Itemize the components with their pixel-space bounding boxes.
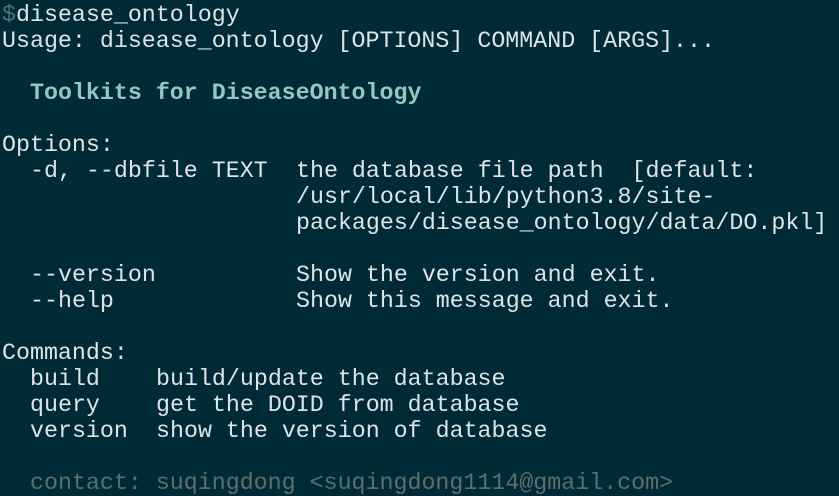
description-title: Toolkits for DiseaseOntology bbox=[30, 80, 422, 106]
prompt-command: disease_ontology bbox=[15, 2, 240, 28]
prompt-line: $disease_ontology bbox=[2, 2, 240, 28]
commands-header: Commands: bbox=[2, 340, 128, 366]
usage-line: Usage: disease_ontology [OPTIONS] COMMAN… bbox=[2, 28, 716, 54]
option-desc-help: Show this message and exit. bbox=[296, 288, 674, 314]
option-flag-help: --help bbox=[30, 288, 114, 314]
option-flag-dbfile: -d, --dbfile TEXT bbox=[30, 158, 268, 184]
command-name-version: version bbox=[30, 418, 128, 444]
command-name-build: build bbox=[30, 366, 100, 392]
command-desc-query: get the DOID from database bbox=[156, 392, 520, 418]
command-desc-build: build/update the database bbox=[156, 366, 506, 392]
command-name-query: query bbox=[30, 392, 100, 418]
option-desc-version: Show the version and exit. bbox=[296, 262, 660, 288]
terminal-window[interactable]: $disease_ontology Usage: disease_ontolog… bbox=[0, 0, 839, 496]
option-desc-dbfile-line-1: the database file path [default: bbox=[296, 158, 758, 184]
prompt-symbol: $ bbox=[2, 2, 16, 28]
option-flag-version: --version bbox=[30, 262, 156, 288]
command-desc-version: show the version of database bbox=[156, 418, 548, 444]
option-desc-dbfile-line-2: /usr/local/lib/python3.8/site- bbox=[296, 184, 716, 210]
contact-line: contact: suqingdong <suqingdong1114@gmai… bbox=[30, 470, 674, 496]
options-header: Options: bbox=[2, 132, 114, 158]
option-desc-dbfile-line-3: packages/disease_ontology/data/DO.pkl] bbox=[296, 210, 828, 236]
